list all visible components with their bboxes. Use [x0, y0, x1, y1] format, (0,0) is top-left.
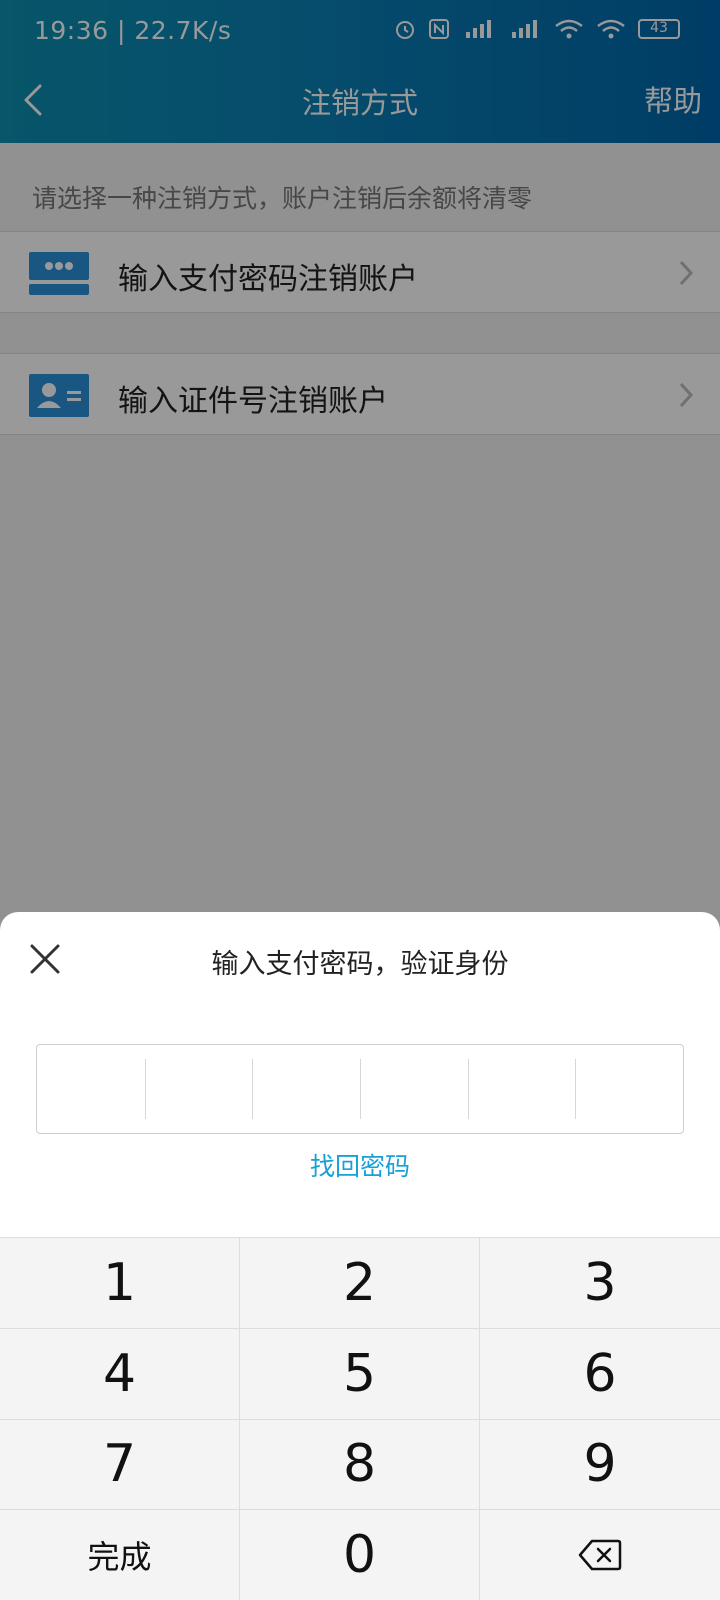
done-key[interactable]: 完成 — [0, 1510, 240, 1600]
password-cell — [37, 1045, 145, 1133]
password-input[interactable] — [36, 1044, 684, 1134]
password-cell — [144, 1045, 253, 1133]
key-8[interactable]: 8 — [240, 1419, 480, 1511]
key-7[interactable]: 7 — [0, 1419, 240, 1511]
numeric-keypad: 1 2 3 4 5 6 7 8 9 完成 0 — [0, 1237, 720, 1600]
key-6[interactable]: 6 — [480, 1328, 720, 1420]
key-5[interactable]: 5 — [240, 1328, 480, 1420]
password-cell — [252, 1045, 360, 1133]
key-4[interactable]: 4 — [0, 1328, 240, 1420]
key-1[interactable]: 1 — [0, 1238, 240, 1329]
key-3[interactable]: 3 — [480, 1238, 720, 1329]
sheet-title: 输入支付密码，验证身份 — [211, 949, 509, 980]
key-9[interactable]: 9 — [480, 1419, 720, 1511]
password-cell — [575, 1045, 683, 1133]
key-2[interactable]: 2 — [240, 1238, 480, 1329]
backspace-icon — [578, 1539, 622, 1571]
key-0[interactable]: 0 — [240, 1510, 480, 1600]
password-sheet: 输入支付密码，验证身份 找回密码 1 2 3 4 5 6 7 8 9 完成 0 — [0, 912, 720, 1600]
forgot-password-link[interactable]: 找回密码 — [0, 1147, 720, 1183]
password-cell — [467, 1045, 576, 1133]
password-cell — [360, 1045, 468, 1133]
backspace-key[interactable] — [480, 1510, 720, 1600]
